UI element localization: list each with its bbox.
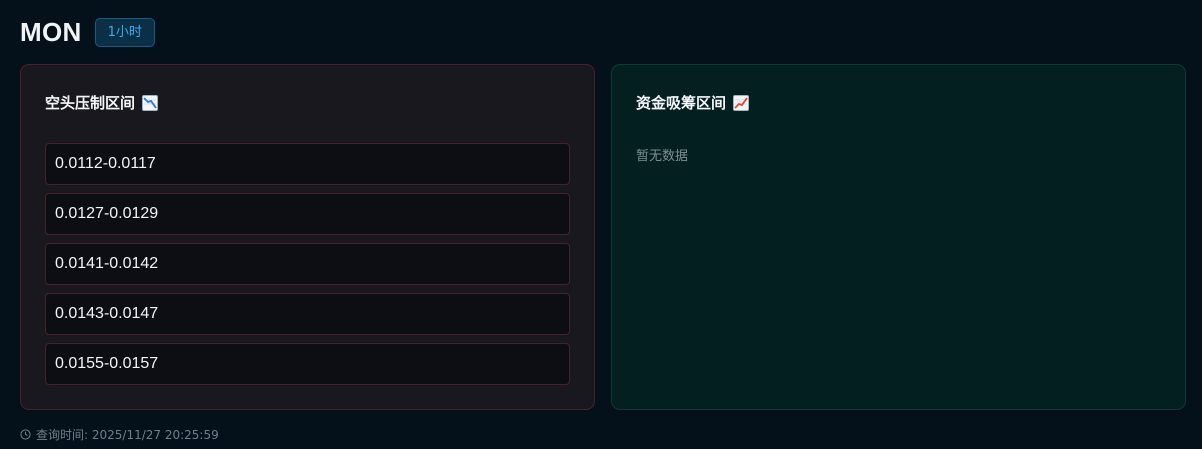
short-pressure-panel: 空头压制区间 0.0112-0.0117 0.0127-0.0129 0.014… [20, 64, 595, 410]
accumulation-title: 资金吸筹区间 [636, 92, 750, 113]
range-item: 0.0155-0.0157 [45, 343, 570, 385]
short-range-list: 0.0112-0.0117 0.0127-0.0129 0.0141-0.014… [45, 143, 570, 393]
range-item: 0.0127-0.0129 [45, 193, 570, 235]
range-item: 0.0112-0.0117 [45, 143, 570, 185]
query-time-footer: 查询时间: 2025/11/27 20:25:59 [20, 426, 219, 443]
accumulation-title-text: 资金吸筹区间 [636, 94, 727, 112]
accumulation-panel: 资金吸筹区间 暂无数据 [611, 64, 1186, 410]
clock-icon [20, 429, 31, 440]
range-item: 0.0143-0.0147 [45, 293, 570, 335]
short-pressure-title: 空头压制区间 [45, 92, 159, 113]
chart-increasing-icon [733, 94, 750, 111]
query-time-text: 查询时间: 2025/11/27 20:25:59 [36, 428, 219, 442]
empty-state-text: 暂无数据 [636, 149, 689, 164]
chart-decreasing-icon [142, 94, 159, 111]
page-header: MON 1小时 [20, 16, 155, 48]
timeframe-badge[interactable]: 1小时 [94, 17, 155, 47]
short-pressure-title-text: 空头压制区间 [45, 94, 136, 112]
range-item: 0.0141-0.0142 [45, 243, 570, 285]
symbol-title: MON [20, 17, 82, 47]
